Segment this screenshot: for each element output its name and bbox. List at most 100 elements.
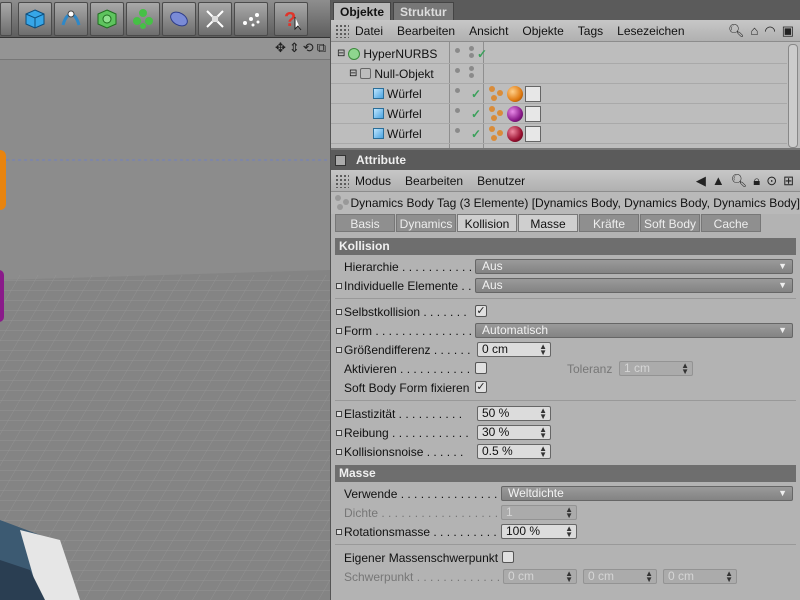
purple-cube[interactable] — [0, 270, 4, 322]
array-icon[interactable] — [126, 1, 160, 36]
animation-bullet-icon[interactable] — [336, 448, 342, 455]
particles-icon[interactable] — [234, 1, 268, 36]
move-view-icon[interactable]: ✥ — [275, 40, 286, 56]
texture-tag-icon[interactable] — [525, 125, 541, 142]
menu-objekte[interactable]: Objekte — [522, 24, 563, 38]
maximize-view-icon[interactable]: ⧉ — [317, 40, 326, 56]
animation-bullet-icon[interactable] — [336, 410, 342, 417]
viewport[interactable]: ? ✥ ⇕ ⟲ ⧉ — [0, 0, 330, 600]
visibility-dots[interactable] — [455, 68, 460, 73]
stepper-icon[interactable]: ▲ ▼ — [725, 570, 733, 584]
rotationsmasse-field[interactable]: 100 % ▲ ▼ — [501, 524, 577, 539]
search-icon[interactable]: 🔍︎ — [731, 173, 748, 189]
stepper-icon[interactable]: ▲ ▼ — [539, 343, 547, 357]
reibung-field[interactable]: 30 % ▲ ▼ — [477, 425, 551, 440]
tab-kollision[interactable]: Kollision — [457, 214, 517, 232]
tab-masse[interactable]: Masse — [518, 214, 578, 232]
render-dots[interactable] — [469, 66, 474, 78]
animation-bullet-icon[interactable] — [336, 346, 342, 353]
stepper-icon[interactable]: ▲ ▼ — [539, 407, 547, 421]
texture-tag-icon[interactable] — [525, 105, 541, 122]
material-tag-icon[interactable] — [507, 85, 523, 102]
object-name[interactable]: Würfel — [387, 87, 422, 101]
object-row[interactable]: Würfel ✓ — [331, 84, 787, 104]
object-name[interactable]: HyperNURBS — [363, 47, 437, 61]
hierarchie-dropdown[interactable]: Aus ▼ — [475, 259, 793, 274]
cube-icon[interactable] — [18, 1, 52, 36]
schwerpunkt-z-field[interactable]: 0 cm ▲ ▼ — [663, 569, 737, 584]
object-row[interactable]: ⊟ Null-Objekt — [331, 64, 787, 84]
toleranz-field[interactable]: 1 cm ▲ ▼ — [619, 361, 693, 376]
stepper-icon[interactable]: ▲ ▼ — [539, 426, 547, 440]
home-icon[interactable]: ⌂ — [751, 23, 759, 38]
spline-icon[interactable] — [54, 1, 88, 36]
tab-cache[interactable]: Cache — [701, 214, 761, 232]
kollisionsnoise-field[interactable]: 0.5 % ▲ ▼ — [477, 444, 551, 459]
object-name[interactable]: Würfel — [387, 107, 422, 121]
object-row[interactable]: ⊟ HyperNURBS ✓ — [331, 44, 787, 64]
eigener-massenschwerpunkt-checkbox[interactable] — [502, 551, 514, 563]
enabled-check-icon[interactable]: ✓ — [471, 127, 481, 141]
form-dropdown[interactable]: Automatisch ▼ — [475, 323, 793, 338]
new-window-icon[interactable]: ⊞ — [783, 173, 794, 189]
object-row[interactable]: Würfel ✓ — [331, 104, 787, 124]
stepper-icon[interactable]: ▲ ▼ — [565, 525, 573, 539]
animation-bullet-icon[interactable] — [336, 429, 342, 436]
animation-bullet-icon[interactable] — [336, 308, 342, 315]
menu-datei[interactable]: Datei — [355, 24, 383, 38]
animation-bullet-icon[interactable] — [336, 528, 342, 535]
material-tag-icon[interactable] — [507, 125, 523, 142]
settings-icon[interactable]: ⊙ — [766, 173, 777, 189]
menu-tags[interactable]: Tags — [578, 24, 603, 38]
dynamics-tag-icon[interactable] — [489, 125, 505, 142]
tab-objekte[interactable]: Objekte — [333, 2, 392, 20]
individuelle-elemente-dropdown[interactable]: Aus ▼ — [475, 278, 793, 293]
back-arrow-icon[interactable]: ◀ — [696, 173, 706, 189]
section-kollision[interactable]: Kollision — [335, 238, 796, 255]
search-icon[interactable]: 🔍︎ — [728, 23, 745, 39]
visibility-dots[interactable] — [455, 128, 460, 133]
new-window-icon[interactable]: ▣ — [782, 23, 794, 39]
texture-tag-icon[interactable] — [525, 85, 541, 102]
schwerpunkt-x-field[interactable]: 0 cm ▲ ▼ — [503, 569, 577, 584]
objects-scrollbar[interactable] — [788, 44, 798, 148]
elastizitaet-field[interactable]: 50 % ▲ ▼ — [477, 406, 551, 421]
selbstkollision-checkbox[interactable]: ✓ — [475, 305, 487, 317]
tab-basis[interactable]: Basis — [335, 214, 395, 232]
viewport-navigation[interactable]: ✥ ⇕ ⟲ ⧉ — [275, 40, 326, 56]
menu-lesezeichen[interactable]: Lesezeichen — [617, 24, 684, 38]
lock-icon[interactable]: 🔒︎ — [753, 173, 760, 189]
rotate-view-icon[interactable]: ⟲ — [303, 40, 314, 56]
schwerpunkt-y-field[interactable]: 0 cm ▲ ▼ — [583, 569, 657, 584]
aktivieren-checkbox[interactable] — [475, 362, 487, 374]
collapse-icon[interactable]: ⊟ — [349, 68, 357, 79]
deformer-icon[interactable] — [162, 1, 196, 36]
enabled-check-icon[interactable]: ✓ — [477, 47, 487, 61]
tab-struktur[interactable]: Struktur — [393, 2, 454, 20]
enabled-check-icon[interactable]: ✓ — [471, 107, 481, 121]
enabled-check-icon[interactable]: ✓ — [471, 87, 481, 101]
tab-kraefte[interactable]: Kräfte — [579, 214, 639, 232]
tab-soft-body[interactable]: Soft Body — [640, 214, 700, 232]
material-tag-icon[interactable] — [507, 105, 523, 122]
stepper-icon[interactable]: ▲ ▼ — [565, 570, 573, 584]
stepper-icon[interactable]: ▲ ▼ — [565, 506, 573, 520]
stepper-icon[interactable]: ▲ ▼ — [539, 445, 547, 459]
menu-modus[interactable]: Modus — [355, 174, 391, 188]
soft-body-form-fixieren-checkbox[interactable]: ✓ — [475, 381, 487, 393]
dichte-field[interactable]: 1 ▲ ▼ — [501, 505, 577, 520]
grip-icon[interactable] — [335, 23, 349, 38]
visibility-dots[interactable] — [455, 48, 460, 53]
dynamics-tag-icon[interactable] — [489, 85, 505, 102]
grip-icon[interactable] — [335, 173, 349, 188]
groessendifferenz-field[interactable]: 0 cm ▲ ▼ — [477, 342, 551, 357]
clapper-icon[interactable] — [0, 1, 12, 36]
object-row[interactable]: Würfel ✓ — [331, 124, 787, 144]
zoom-view-icon[interactable]: ⇕ — [289, 40, 300, 56]
verwende-dropdown[interactable]: Weltdichte ▼ — [501, 486, 793, 501]
section-masse[interactable]: Masse — [335, 465, 796, 482]
orange-cube[interactable] — [0, 150, 6, 210]
collapse-icon[interactable]: ⊟ — [337, 48, 345, 59]
environment-icon[interactable] — [198, 1, 232, 36]
visibility-dots[interactable] — [455, 88, 460, 93]
